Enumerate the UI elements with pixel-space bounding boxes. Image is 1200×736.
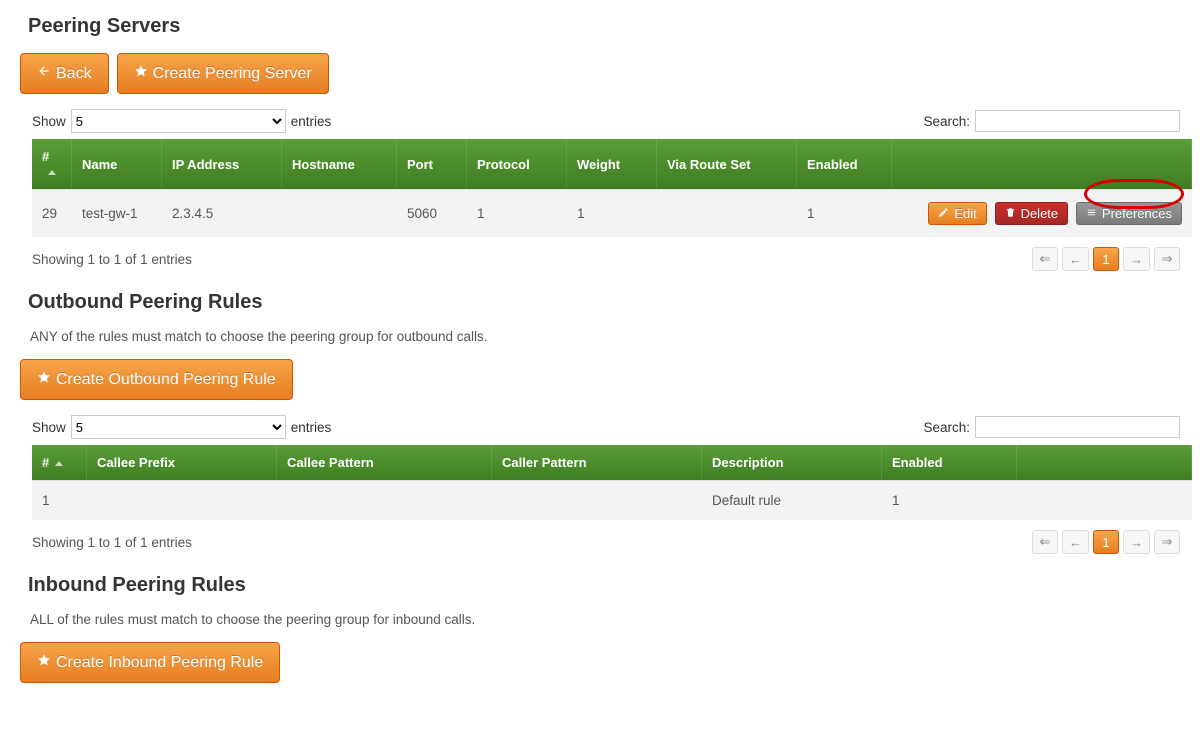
entries-label: entries [291, 420, 332, 435]
list-icon [1086, 206, 1097, 221]
star-icon [134, 64, 148, 83]
cell-actions [1017, 480, 1192, 520]
page-prev-button[interactable]: ← [1062, 247, 1089, 271]
peering-servers-title: Peering Servers [28, 15, 1190, 38]
col-description[interactable]: Description [702, 445, 882, 480]
entries-label: entries [291, 114, 332, 129]
col-actions [1017, 445, 1192, 480]
cell-id: 29 [32, 189, 72, 237]
trash-icon [1005, 206, 1016, 221]
back-button-label: Back [56, 65, 92, 83]
page-first-button[interactable]: ⇐ [1032, 247, 1058, 271]
create-peering-server-button[interactable]: Create Peering Server [117, 53, 329, 94]
page-1-button[interactable]: 1 [1093, 530, 1119, 554]
search-input[interactable] [975, 110, 1180, 132]
page-next-button[interactable]: → [1123, 247, 1150, 271]
table-info: Showing 1 to 1 of 1 entries [32, 252, 192, 267]
cell-enabled: 1 [797, 189, 892, 237]
table-header-row: # Name IP Address Hostname Port Protocol… [32, 139, 1192, 189]
col-ip[interactable]: IP Address [162, 139, 282, 189]
show-label: Show [32, 420, 66, 435]
outbound-rules-title: Outbound Peering Rules [28, 291, 1190, 314]
cell-callee-prefix [87, 480, 277, 520]
search-label: Search: [923, 420, 970, 435]
cell-protocol: 1 [467, 189, 567, 237]
cell-name: test-gw-1 [72, 189, 162, 237]
pagination: ⇐ ← 1 → ⇒ [1032, 247, 1180, 271]
col-name[interactable]: Name [72, 139, 162, 189]
section-outbound-rules: Outbound Peering Rules ANY of the rules … [10, 291, 1190, 554]
inbound-rules-title: Inbound Peering Rules [28, 574, 1190, 597]
page-last-button[interactable]: ⇒ [1154, 247, 1180, 271]
col-hostname[interactable]: Hostname [282, 139, 397, 189]
delete-label: Delete [1021, 206, 1059, 221]
edit-button[interactable]: Edit [928, 202, 986, 225]
col-callee-prefix[interactable]: Callee Prefix [87, 445, 277, 480]
table-info: Showing 1 to 1 of 1 entries [32, 535, 192, 550]
col-protocol[interactable]: Protocol [467, 139, 567, 189]
create-outbound-rule-label: Create Outbound Peering Rule [56, 371, 276, 389]
delete-button[interactable]: Delete [995, 202, 1069, 225]
show-entries-select[interactable]: 5 [71, 109, 286, 133]
cell-via [657, 189, 797, 237]
back-button[interactable]: Back [20, 53, 109, 94]
page-next-button[interactable]: → [1123, 530, 1150, 554]
col-via[interactable]: Via Route Set [657, 139, 797, 189]
create-outbound-rule-button[interactable]: Create Outbound Peering Rule [20, 359, 293, 400]
col-callee-pattern[interactable]: Callee Pattern [277, 445, 492, 480]
col-port[interactable]: Port [397, 139, 467, 189]
preferences-button[interactable]: Preferences [1076, 202, 1182, 225]
show-entries-select[interactable]: 5 [71, 415, 286, 439]
col-id[interactable]: # [32, 445, 87, 480]
cell-description: Default rule [702, 480, 882, 520]
outbound-subtext: ANY of the rules must match to choose th… [30, 329, 1190, 344]
page-1-button[interactable]: 1 [1093, 247, 1119, 271]
page-first-button[interactable]: ⇐ [1032, 530, 1058, 554]
show-label: Show [32, 114, 66, 129]
col-weight[interactable]: Weight [567, 139, 657, 189]
outbound-rules-table: # Callee Prefix Callee Pattern Caller Pa… [32, 445, 1192, 520]
search-label: Search: [923, 114, 970, 129]
arrow-left-icon [37, 64, 51, 83]
cell-weight: 1 [567, 189, 657, 237]
cell-callee-pattern [277, 480, 492, 520]
cell-hostname [282, 189, 397, 237]
pagination: ⇐ ← 1 → ⇒ [1032, 530, 1180, 554]
section-peering-servers: Peering Servers Back Create Peering Serv… [10, 15, 1190, 271]
col-id[interactable]: # [32, 139, 72, 189]
table-row: 29 test-gw-1 2.3.4.5 5060 1 1 1 Edit Del… [32, 189, 1192, 237]
cell-enabled: 1 [882, 480, 1017, 520]
star-icon [37, 653, 51, 672]
page-prev-button[interactable]: ← [1062, 530, 1089, 554]
col-enabled[interactable]: Enabled [882, 445, 1017, 480]
table-header-row: # Callee Prefix Callee Pattern Caller Pa… [32, 445, 1192, 480]
sort-asc-icon [55, 461, 63, 466]
star-icon [37, 370, 51, 389]
page-last-button[interactable]: ⇒ [1154, 530, 1180, 554]
edit-icon [938, 206, 949, 221]
create-inbound-rule-button[interactable]: Create Inbound Peering Rule [20, 642, 280, 683]
section-inbound-rules: Inbound Peering Rules ALL of the rules m… [10, 574, 1190, 683]
inbound-subtext: ALL of the rules must match to choose th… [30, 612, 1190, 627]
cell-actions: Edit Delete Preferences [892, 189, 1192, 237]
cell-port: 5060 [397, 189, 467, 237]
col-caller-pattern[interactable]: Caller Pattern [492, 445, 702, 480]
cell-ip: 2.3.4.5 [162, 189, 282, 237]
col-enabled[interactable]: Enabled [797, 139, 892, 189]
col-actions [892, 139, 1192, 189]
cell-caller-pattern [492, 480, 702, 520]
edit-label: Edit [954, 206, 976, 221]
preferences-label: Preferences [1102, 206, 1172, 221]
sort-asc-icon [48, 170, 56, 175]
peering-servers-table: # Name IP Address Hostname Port Protocol… [32, 139, 1192, 237]
create-inbound-rule-label: Create Inbound Peering Rule [56, 654, 263, 672]
table-row: 1 Default rule 1 [32, 480, 1192, 520]
create-peering-server-label: Create Peering Server [153, 65, 312, 83]
search-input[interactable] [975, 416, 1180, 438]
cell-id: 1 [32, 480, 87, 520]
